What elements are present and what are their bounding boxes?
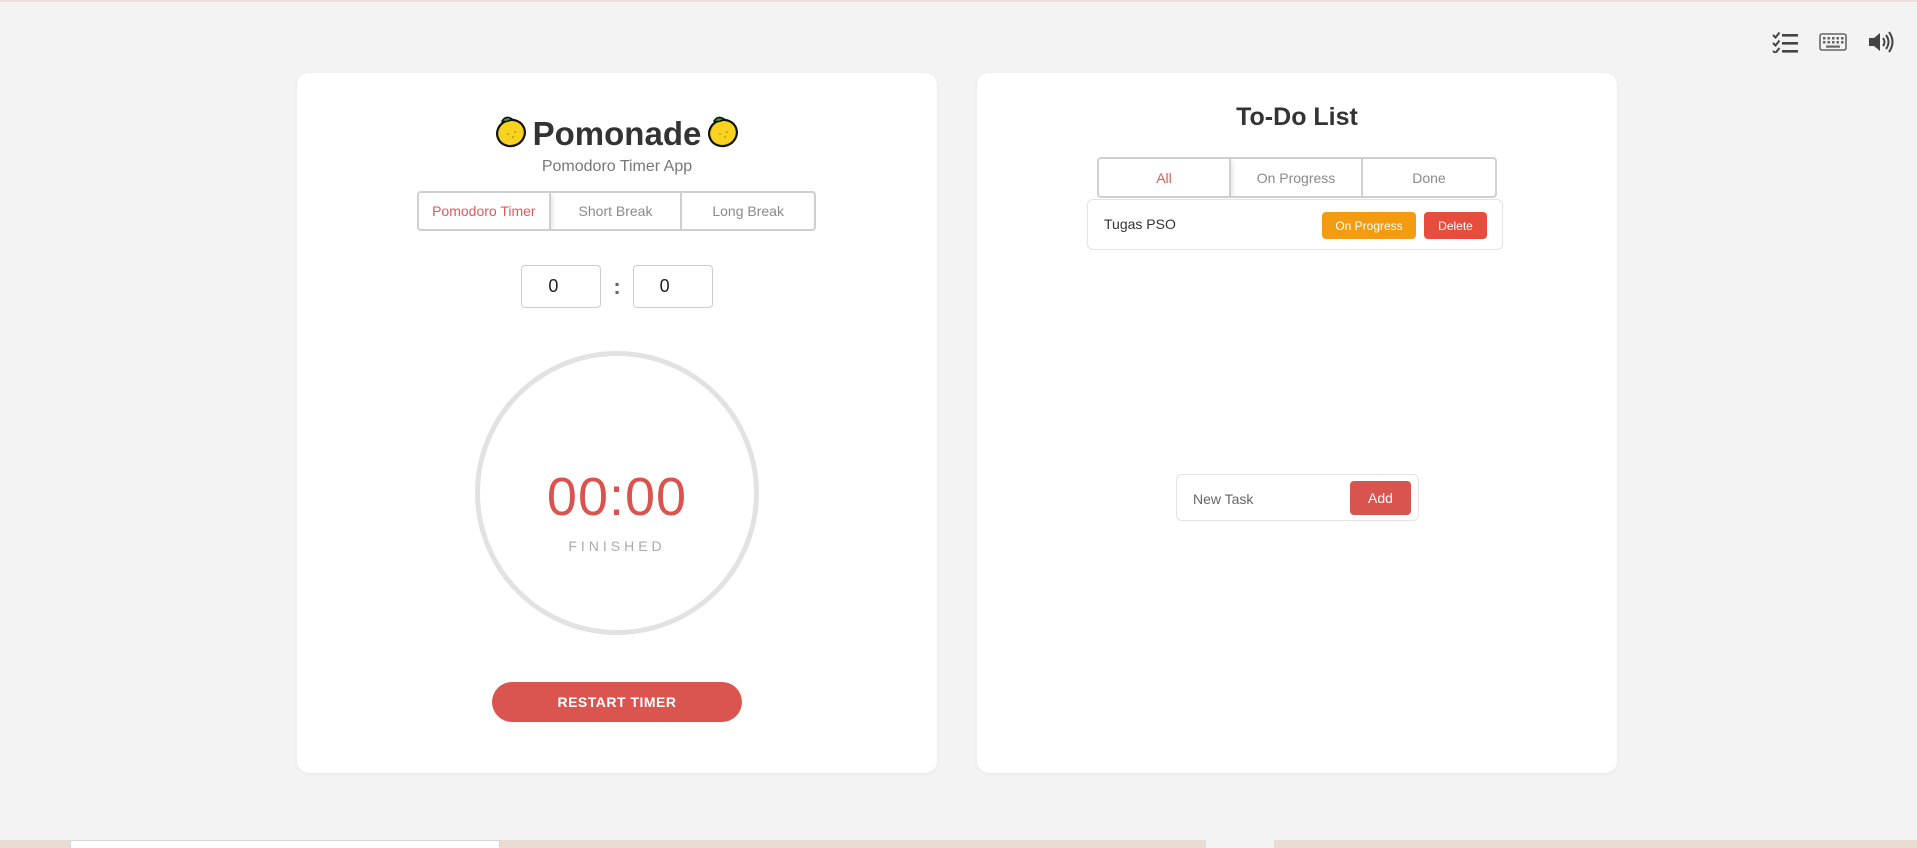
add-task-form: Add xyxy=(1176,474,1419,521)
timer-display: 00:00 xyxy=(546,467,688,527)
bottom-tab xyxy=(70,840,500,848)
task-delete-button[interactable]: Delete xyxy=(1424,212,1487,239)
new-task-input[interactable] xyxy=(1191,483,1345,514)
top-toolbar xyxy=(1771,28,1895,56)
lemon-icon xyxy=(705,113,741,154)
restart-timer-button[interactable]: RESTART TIMER xyxy=(492,682,742,722)
timer-card: Pomonade Pomodoro Timer App Pomodoro Tim… xyxy=(297,73,937,773)
task-list-icon[interactable] xyxy=(1771,28,1799,56)
app-subtitle: Pomodoro Timer App xyxy=(541,158,693,175)
time-setter: : xyxy=(297,265,937,308)
lemon-icon xyxy=(493,113,529,154)
mode-short-break-button[interactable]: Short Break xyxy=(551,193,683,229)
task-status-button[interactable]: On Progress xyxy=(1322,212,1416,239)
timer-ring: 00:00 FINISHED xyxy=(475,351,759,635)
app-title: Pomonade xyxy=(532,114,702,152)
todo-title: To-Do List xyxy=(1236,103,1358,131)
filter-on-progress-button[interactable]: On Progress xyxy=(1231,159,1363,196)
filter-done-button[interactable]: Done xyxy=(1363,159,1495,196)
task-item: Tugas PSO On Progress Delete xyxy=(1087,199,1503,250)
brand-header: Pomonade xyxy=(297,113,937,154)
seconds-input[interactable] xyxy=(632,265,713,308)
mode-long-break-button[interactable]: Long Break xyxy=(682,193,814,229)
top-border xyxy=(0,0,1917,2)
todo-card: To-Do List All On Progress Done Tugas PS… xyxy=(977,73,1617,773)
mode-pomodoro-button[interactable]: Pomodoro Timer xyxy=(419,193,551,229)
timer-status: FINISHED xyxy=(568,538,666,554)
time-separator: : xyxy=(613,273,621,299)
keyboard-icon[interactable] xyxy=(1819,28,1847,56)
filter-all-button[interactable]: All xyxy=(1099,159,1231,196)
task-name: Tugas PSO xyxy=(1104,216,1176,232)
volume-icon[interactable] xyxy=(1867,28,1895,56)
minutes-input[interactable] xyxy=(521,265,602,308)
bottom-strip xyxy=(0,840,1917,848)
todo-filter-selector: All On Progress Done xyxy=(1097,157,1497,198)
timer-mode-selector: Pomodoro Timer Short Break Long Break xyxy=(417,191,816,231)
add-task-button[interactable]: Add xyxy=(1350,481,1411,515)
